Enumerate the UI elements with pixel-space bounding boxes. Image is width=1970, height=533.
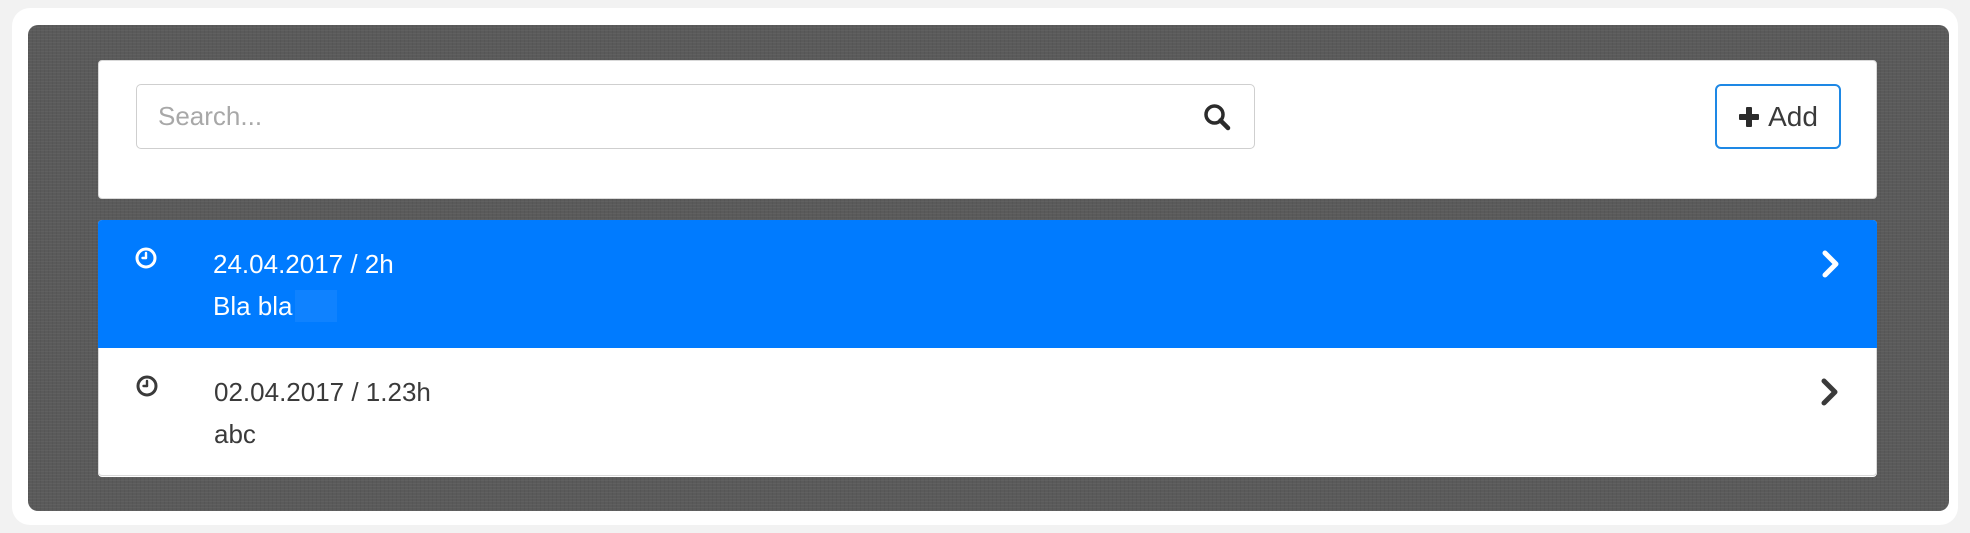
list-item-selected[interactable]: 24.04.2017 / 2h Bla bla [98, 220, 1877, 348]
entry-title: 24.04.2017 / 2h [213, 249, 394, 279]
add-button[interactable]: Add [1715, 84, 1841, 149]
chevron-right-icon[interactable] [1821, 250, 1841, 278]
add-button-label: Add [1768, 100, 1818, 132]
list-item[interactable]: 02.04.2017 / 1.23h abc [98, 348, 1877, 476]
entry-description: abc [214, 419, 256, 449]
search-box [136, 84, 1255, 149]
search-icon[interactable] [1202, 102, 1232, 132]
redacted-text [294, 290, 337, 322]
clock-icon [136, 375, 158, 397]
clock-icon [135, 247, 157, 269]
entry-description: Bla bla [213, 291, 293, 321]
search-input[interactable] [137, 85, 1197, 148]
entry-title: 02.04.2017 / 1.23h [214, 377, 431, 407]
entry-list: 24.04.2017 / 2h Bla bla 02.04.2017 / 1.2… [98, 220, 1877, 477]
toolbar: Add [98, 60, 1877, 199]
plus-icon [1739, 106, 1760, 127]
chevron-right-icon[interactable] [1820, 378, 1840, 406]
entry-description-line: Bla bla [213, 290, 337, 322]
